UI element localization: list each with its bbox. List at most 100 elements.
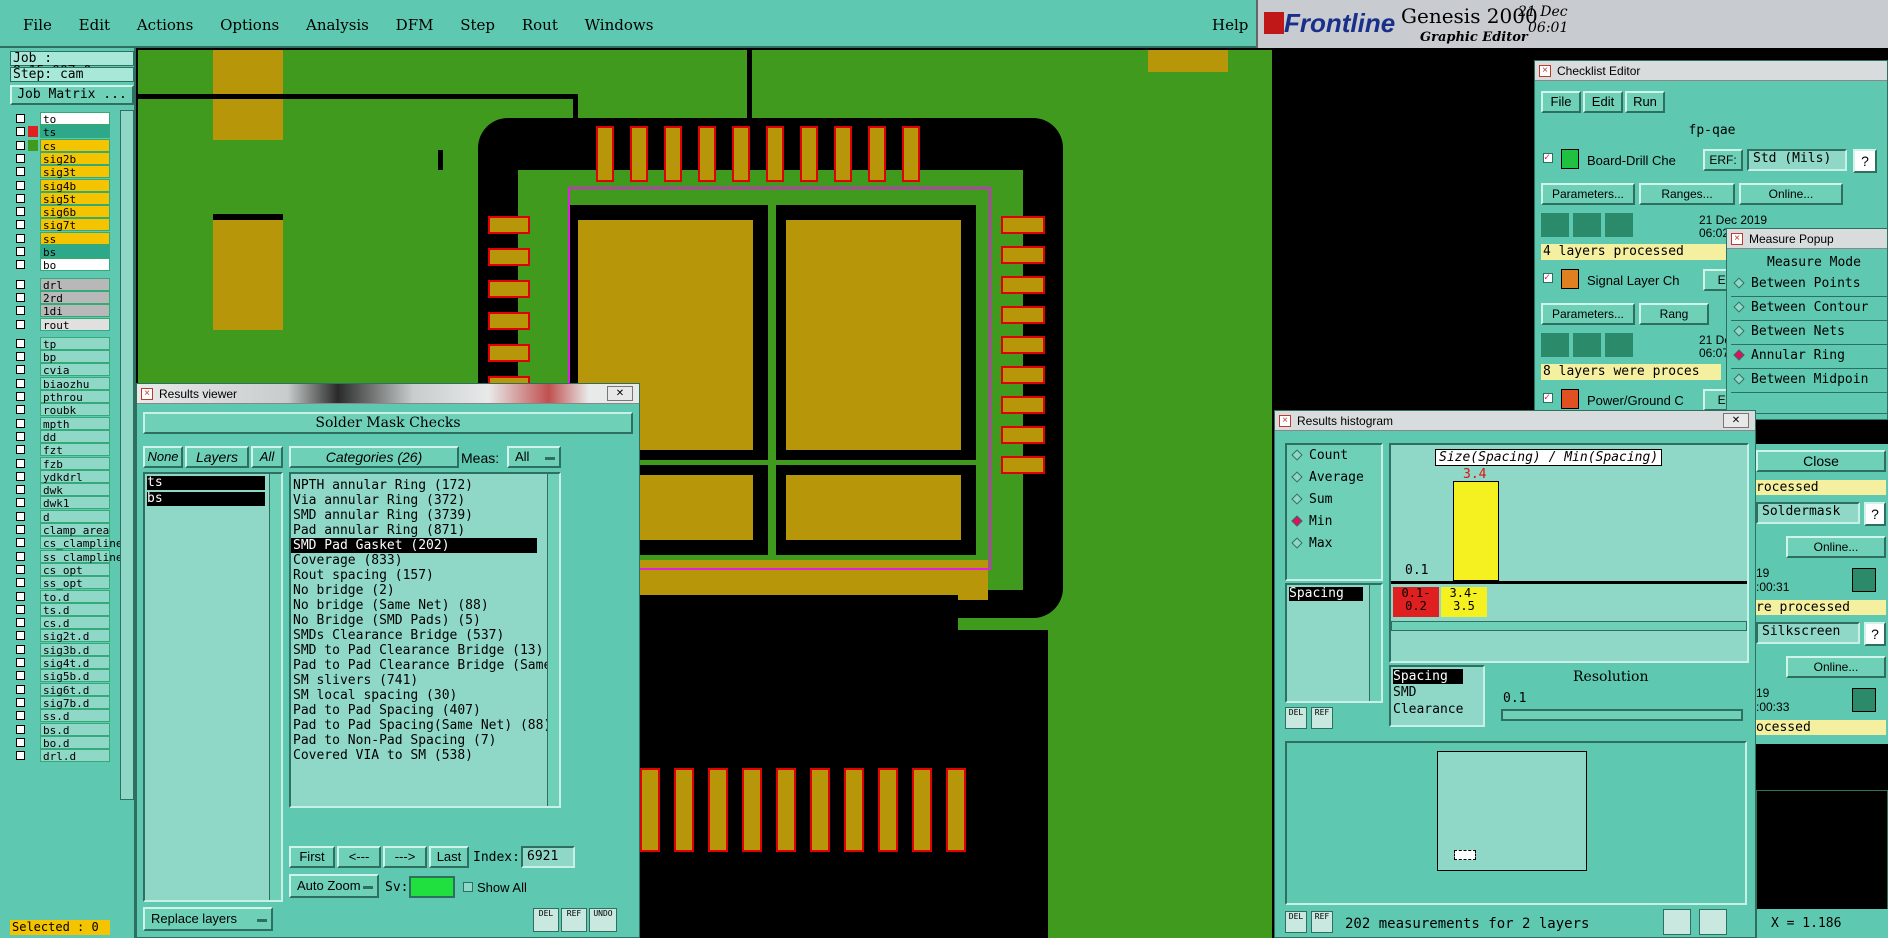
layer-checkbox[interactable] bbox=[16, 114, 25, 123]
layer-checkbox[interactable] bbox=[16, 140, 25, 150]
layer-row[interactable]: ts bbox=[10, 125, 110, 139]
menu-windows[interactable]: Windows bbox=[585, 16, 654, 34]
layer-scrollbar[interactable] bbox=[120, 110, 134, 800]
layer-row[interactable]: to.d bbox=[10, 589, 110, 604]
layer-checkbox[interactable] bbox=[16, 405, 25, 415]
layer-row[interactable]: sig3b.d bbox=[10, 642, 110, 657]
sv-color-dropdown[interactable] bbox=[409, 876, 455, 898]
measure-mode-option[interactable]: Annular Ring bbox=[1731, 345, 1888, 369]
layer-checkbox[interactable] bbox=[16, 431, 25, 441]
erf-button[interactable]: ERF: bbox=[1703, 149, 1743, 171]
layer-row[interactable]: bo bbox=[10, 258, 110, 272]
checklist-menu-edit[interactable]: Edit bbox=[1583, 91, 1623, 113]
ref-icon[interactable]: REF bbox=[561, 908, 587, 932]
first-button[interactable]: First bbox=[289, 846, 335, 868]
del-icon[interactable]: DEL bbox=[1285, 707, 1307, 729]
check-item-checkbox[interactable]: ✓ bbox=[1543, 273, 1553, 283]
layer-name[interactable]: sig4t.d bbox=[40, 656, 110, 670]
layer-row[interactable]: sig5b.d bbox=[10, 669, 110, 683]
category-item[interactable]: SMDs Clearance Bridge (537) bbox=[291, 628, 537, 643]
stat-option[interactable]: Average bbox=[1287, 467, 1381, 489]
layer-checkbox[interactable] bbox=[16, 551, 25, 561]
check-item-label[interactable]: Board-Drill Che bbox=[1587, 153, 1676, 168]
layer-row[interactable]: to bbox=[10, 112, 110, 126]
meas-dropdown[interactable]: All bbox=[507, 446, 561, 468]
layer-checkbox[interactable] bbox=[16, 485, 25, 495]
attr-list-item[interactable]: Spacing bbox=[1393, 669, 1463, 684]
layer-name[interactable]: ts.d bbox=[40, 602, 110, 617]
layer-list-item[interactable]: ts bbox=[147, 476, 265, 490]
layer-checkbox[interactable] bbox=[16, 671, 25, 681]
category-item[interactable]: No bridge (2) bbox=[291, 583, 537, 598]
layer-checkbox[interactable] bbox=[16, 751, 25, 761]
layer-checkbox[interactable] bbox=[16, 618, 25, 628]
layer-checkbox[interactable] bbox=[16, 697, 25, 707]
layer-name[interactable]: dwk1 bbox=[40, 496, 110, 510]
layer-row[interactable]: bo.d bbox=[10, 735, 110, 750]
layer-name[interactable]: fzb bbox=[40, 456, 110, 471]
all-layers-button[interactable]: All bbox=[251, 446, 283, 468]
layer-name[interactable]: sig5b.d bbox=[40, 669, 110, 683]
attr-list-item[interactable]: Clearance bbox=[1393, 702, 1463, 717]
category-item[interactable]: Rout spacing (157) bbox=[291, 568, 537, 583]
online-button[interactable]: Online... bbox=[1739, 183, 1843, 205]
online-button[interactable]: Online... bbox=[1786, 536, 1886, 558]
layer-row[interactable]: bs.d bbox=[10, 722, 110, 737]
ranges-button[interactable]: Rang bbox=[1639, 303, 1709, 325]
measure-mode-option[interactable]: Between Midpoin bbox=[1731, 369, 1888, 393]
layer-checkbox[interactable] bbox=[16, 207, 25, 217]
ranges-button[interactable]: Ranges... bbox=[1639, 183, 1735, 205]
category-item[interactable]: SMD Pad Gasket (202) bbox=[291, 538, 537, 553]
layer-row[interactable]: clamp_area bbox=[10, 523, 110, 537]
replace-layers-dropdown[interactable]: Replace layers bbox=[143, 907, 273, 931]
layer-checkbox[interactable] bbox=[16, 233, 25, 243]
layer-row[interactable]: ss bbox=[10, 231, 110, 246]
layer-row[interactable]: sig7b.d bbox=[10, 695, 110, 710]
checklist-close-button[interactable]: Close bbox=[1756, 450, 1886, 472]
menu-help[interactable]: Help bbox=[1212, 16, 1248, 34]
category-item[interactable]: SMD annular Ring (3739) bbox=[291, 508, 537, 523]
layer-name[interactable]: dwk bbox=[40, 483, 110, 497]
none-button[interactable]: None bbox=[143, 446, 183, 468]
layer-name[interactable]: bo bbox=[40, 258, 110, 272]
category-item[interactable]: No Bridge (SMD Pads) (5) bbox=[291, 613, 537, 628]
layer-checkbox[interactable] bbox=[16, 658, 25, 667]
category-item[interactable]: SM slivers (741) bbox=[291, 673, 537, 688]
prev-button[interactable]: <--- bbox=[337, 846, 381, 868]
resolution-slider[interactable] bbox=[1501, 709, 1743, 721]
layer-checkbox[interactable] bbox=[16, 365, 25, 375]
category-item[interactable]: Pad to Non-Pad Spacing (7) bbox=[291, 733, 537, 748]
zoom-icon[interactable] bbox=[1852, 688, 1876, 712]
layer-checkbox[interactable] bbox=[16, 445, 25, 455]
help-button[interactable]: ? bbox=[1864, 622, 1886, 646]
close-button[interactable]: ✕ bbox=[1723, 413, 1749, 428]
layer-checkbox[interactable] bbox=[16, 525, 25, 534]
layer-row[interactable]: dwk1 bbox=[10, 496, 110, 510]
menu-dfm[interactable]: DFM bbox=[396, 16, 434, 34]
close-button[interactable]: ✕ bbox=[607, 386, 633, 401]
layer-checkbox[interactable] bbox=[16, 578, 25, 588]
layer-row[interactable]: cs_opt bbox=[10, 562, 110, 577]
layer-row[interactable]: rout bbox=[10, 317, 110, 332]
layer-row[interactable]: biaozhu bbox=[10, 376, 110, 391]
layer-checkbox[interactable] bbox=[16, 498, 25, 508]
layer-row[interactable]: cs_clampline bbox=[10, 536, 122, 550]
layer-checkbox[interactable] bbox=[16, 511, 25, 521]
layer-list-scrollbar[interactable] bbox=[269, 474, 281, 900]
layer-row[interactable]: sig7t bbox=[10, 218, 110, 232]
categories-scrollbar[interactable] bbox=[547, 474, 559, 806]
layer-row[interactable]: sig2t.d bbox=[10, 629, 110, 643]
layer-name[interactable]: d bbox=[40, 509, 110, 524]
layer-checkbox[interactable] bbox=[16, 167, 25, 177]
del-icon[interactable]: DEL bbox=[533, 908, 559, 932]
layer-checkbox[interactable] bbox=[16, 724, 25, 734]
layer-name[interactable]: sig2b bbox=[40, 151, 110, 166]
layer-name[interactable]: cvia bbox=[40, 363, 110, 377]
layer-name[interactable]: ts bbox=[40, 125, 110, 139]
layer-row[interactable]: sig6t.d bbox=[10, 682, 110, 697]
layers-button[interactable]: Layers bbox=[185, 446, 249, 468]
layer-row[interactable]: cs bbox=[10, 138, 110, 153]
layer-name[interactable]: bs bbox=[40, 245, 110, 259]
layer-name[interactable]: bo.d bbox=[40, 735, 110, 750]
layer-name[interactable]: to bbox=[40, 112, 110, 126]
